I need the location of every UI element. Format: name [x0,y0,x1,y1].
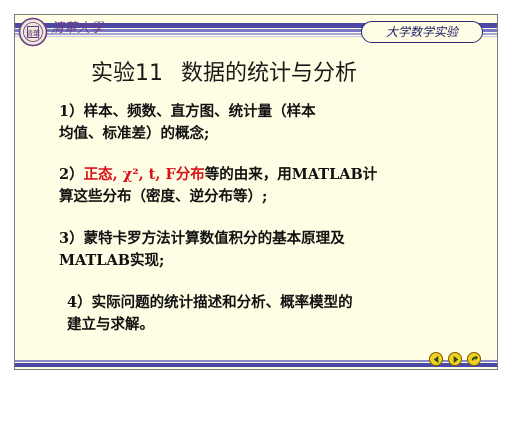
list-item-line: 4）实际问题的统计描述和分析、概率模型的 [67,294,353,311]
list-item-line: 3）蒙特卡罗方法计算数值积分的基本原理及 [59,230,345,247]
list-item: 3）蒙特卡罗方法计算数值积分的基本原理及 MATLAB实现; [59,228,479,272]
footer-stripe [15,363,497,367]
play-icon[interactable] [448,352,462,366]
list-item: 1）样本、频数、直方图、统计量（样本 均值、标准差）的概念; [59,101,479,145]
list-item: 2）正态, χ², t, F分布等的由来，用MATLAB计 算这些分布（密度、逆… [59,164,479,208]
back-icon[interactable] [429,352,443,366]
experiment-title: 数据的统计与分析 [181,61,358,86]
university-seal-logo: 清華 [18,17,48,47]
course-title-badge: 大学数学实验 [361,21,483,43]
footer-band [15,347,497,369]
list-item-line: 算这些分布（密度、逆分布等）; [59,188,268,205]
list-item-line: 2）正态, χ², t, F分布等的由来，用MATLAB计 [59,164,479,186]
footer-stripe [15,360,497,362]
list-item-prefix: 2） [59,166,84,183]
list-item-line: MATLAB实现; [59,252,165,269]
svg-text:清華: 清華 [26,29,40,38]
distribution-highlight: 正态, χ², t, F分布 [83,166,205,183]
slide-navigation [429,352,481,366]
return-icon[interactable] [467,352,481,366]
list-item-line: 建立与求解。 [67,316,154,333]
slide: 清華 清華大學 大学数学实验 实验11 数据的统计与分析 1）样本、频数、直方图、… [14,14,498,370]
list-item-line: 均值、标准差）的概念; [59,125,210,142]
course-title: 大学数学实验 [385,25,458,39]
slide-title: 实验11 数据的统计与分析 [91,55,357,87]
list-item-line: 1）样本、频数、直方图、统计量（样本 [59,103,316,120]
university-calligraphy: 清華大學 [51,21,104,36]
list-item: 4）实际问题的统计描述和分析、概率模型的 建立与求解。 [67,292,487,336]
experiment-number: 实验11 [91,61,163,86]
list-item-text: 等的由来，用MATLAB计 [204,166,378,183]
header-band: 清華 清華大學 大学数学实验 [15,15,497,47]
svg-text:清華大學: 清華大學 [51,21,104,36]
